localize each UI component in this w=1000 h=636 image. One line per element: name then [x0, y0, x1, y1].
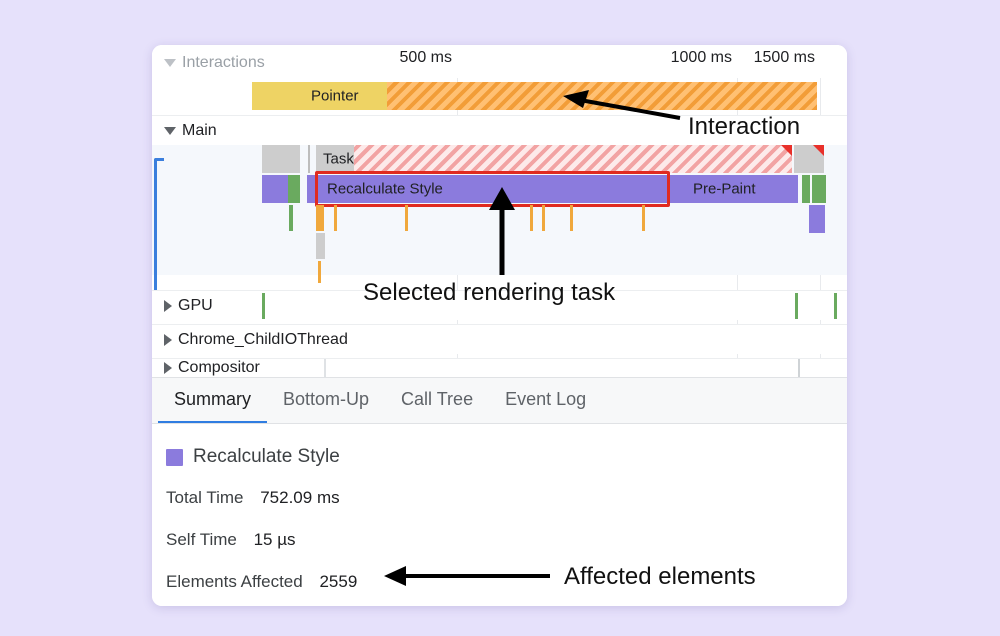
tab-bottom-up[interactable]: Bottom-Up: [267, 378, 385, 424]
track-header-main[interactable]: Main: [152, 115, 847, 145]
marker-orange[interactable]: [530, 205, 533, 231]
warning-corner-icon: [813, 145, 824, 156]
summary-value-total-time: 752.09 ms: [260, 488, 340, 507]
task-bar-grey-label[interactable]: Task: [316, 145, 354, 173]
interaction-bar-pointer[interactable]: Pointer: [304, 82, 387, 110]
summary-title-label: Recalculate Style: [193, 446, 340, 467]
tab-event-log[interactable]: Event Log: [489, 378, 602, 424]
summary-row-elements-affected: Elements Affected 2559: [166, 572, 357, 592]
track-header-gpu[interactable]: GPU: [152, 290, 847, 320]
summary-title: Recalculate Style: [166, 446, 340, 468]
summary-row-total-time: Total Time 752.09 ms: [166, 488, 340, 508]
summary-key-self-time: Self Time: [166, 530, 237, 549]
event-label-pointer: Pointer: [311, 87, 359, 105]
track-label-gpu: GPU: [178, 296, 213, 314]
gpu-marker-left[interactable]: [262, 293, 265, 319]
paint-bar-small-left[interactable]: [288, 175, 300, 203]
recalc-bar-tiny[interactable]: [307, 175, 320, 203]
marker-orange-wide[interactable]: [316, 205, 324, 231]
warning-corner-icon: [781, 145, 792, 156]
chevron-right-icon: [164, 333, 172, 346]
pre-paint-bar[interactable]: Pre-Paint: [686, 175, 798, 203]
track-header-chrome-childiothread[interactable]: Chrome_ChildIOThread: [152, 324, 847, 354]
summary-pane: Recalculate Style Total Time 752.09 ms S…: [152, 423, 847, 606]
task-bar-long-hatched[interactable]: [354, 145, 792, 173]
paint-bar-right-b[interactable]: [812, 175, 826, 203]
marker-green[interactable]: [289, 205, 293, 231]
marker-orange[interactable]: [570, 205, 573, 231]
event-label-recalculate-style: Recalculate Style: [327, 180, 443, 198]
marker-orange-low[interactable]: [318, 261, 321, 283]
summary-value-self-time: 15 µs: [253, 530, 296, 549]
gpu-marker-mid[interactable]: [795, 293, 798, 319]
event-label-pre-paint: Pre-Paint: [693, 180, 756, 198]
track-header-compositor[interactable]: Compositor: [152, 358, 847, 377]
track-label-chrome-childiothread: Chrome_ChildIOThread: [178, 330, 348, 348]
chevron-right-icon: [164, 362, 172, 374]
summary-key-elements-affected: Elements Affected: [166, 572, 303, 591]
flame-chart[interactable]: 500 ms 1000 ms 1500 ms Interactions Poin…: [152, 45, 847, 377]
task-bar-grey-left[interactable]: [262, 145, 300, 173]
interaction-bar-long[interactable]: [387, 82, 817, 110]
event-label-task: Task: [323, 150, 354, 168]
paint-bar-right-a[interactable]: [802, 175, 810, 203]
summary-value-elements-affected: 2559: [319, 572, 358, 591]
recalc-bar-small-left[interactable]: [262, 175, 288, 203]
chevron-right-icon: [164, 299, 172, 312]
task-bar-thin[interactable]: [308, 145, 310, 173]
recalculate-style-bar[interactable]: Recalculate Style: [320, 175, 672, 203]
recalc-bar-far-right[interactable]: [809, 205, 825, 233]
track-label-main: Main: [182, 121, 217, 139]
tab-summary[interactable]: Summary: [158, 378, 268, 424]
performance-panel: 500 ms 1000 ms 1500 ms Interactions Poin…: [152, 45, 847, 606]
marker-orange[interactable]: [405, 205, 408, 231]
chevron-down-icon: [164, 59, 176, 67]
track-header-interactions[interactable]: Interactions: [152, 48, 847, 78]
event-color-swatch: [166, 448, 183, 466]
marker-orange[interactable]: [334, 205, 337, 231]
track-label-compositor: Compositor: [178, 359, 260, 376]
summary-row-self-time: Self Time 15 µs: [166, 530, 296, 550]
interaction-bar-short[interactable]: [252, 82, 312, 110]
tab-call-tree[interactable]: Call Tree: [385, 378, 489, 424]
task-bar-grey-right[interactable]: [794, 145, 824, 173]
marker-grey[interactable]: [316, 233, 325, 259]
detail-tabs[interactable]: Summary Bottom-Up Call Tree Event Log: [152, 377, 847, 424]
marker-orange[interactable]: [642, 205, 645, 231]
marker-orange[interactable]: [542, 205, 545, 231]
track-label-interactions: Interactions: [182, 54, 265, 71]
compositor-marker[interactable]: [324, 359, 326, 377]
gpu-marker-right[interactable]: [834, 293, 837, 319]
chevron-down-icon: [164, 126, 176, 135]
compositor-marker[interactable]: [798, 359, 800, 377]
summary-key-total-time: Total Time: [166, 488, 244, 507]
recalc-bar-gap[interactable]: [672, 175, 686, 203]
